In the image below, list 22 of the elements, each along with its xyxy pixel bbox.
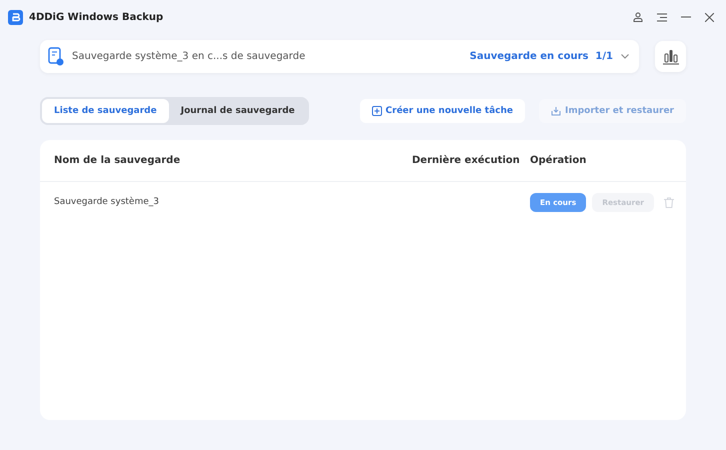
minimize-icon[interactable]: [681, 16, 691, 18]
progress-text: Sauvegarde en cours 1/1: [470, 51, 613, 62]
tab[interactable]: Liste de sauvegarde: [42, 99, 169, 123]
chevron-down-icon[interactable]: [621, 54, 629, 59]
column-header: Dernière exécution: [412, 155, 521, 166]
backup-name-cell-text: Sauvegarde système_3: [54, 197, 160, 207]
bar-chart-icon: [662, 48, 680, 64]
create-task-button[interactable]: Créer une nouvelle tâche: [360, 99, 526, 123]
plus-square-icon: [372, 106, 382, 116]
close-icon[interactable]: [705, 12, 714, 22]
statistics-button[interactable]: [655, 41, 686, 72]
column-header: Nom de la sauvegarde: [54, 155, 182, 166]
column-header: Opération: [530, 155, 588, 166]
status-text: Sauvegarde système_3 en c...s de sauvegarde: [72, 51, 306, 62]
menu-icon[interactable]: [657, 12, 667, 22]
window-title: 4DDiG Windows Backup: [29, 12, 164, 22]
tab[interactable]: Journal de sauvegarde: [168, 99, 307, 123]
document-icon: [48, 47, 64, 66]
backup-status-bar[interactable]: Sauvegarde système_3 en c...s de sauvegarde Sauvegarde en cours 1/1: [40, 40, 639, 73]
user-icon[interactable]: [633, 12, 643, 22]
app-logo-icon: [8, 10, 23, 24]
import-icon: [551, 106, 562, 116]
